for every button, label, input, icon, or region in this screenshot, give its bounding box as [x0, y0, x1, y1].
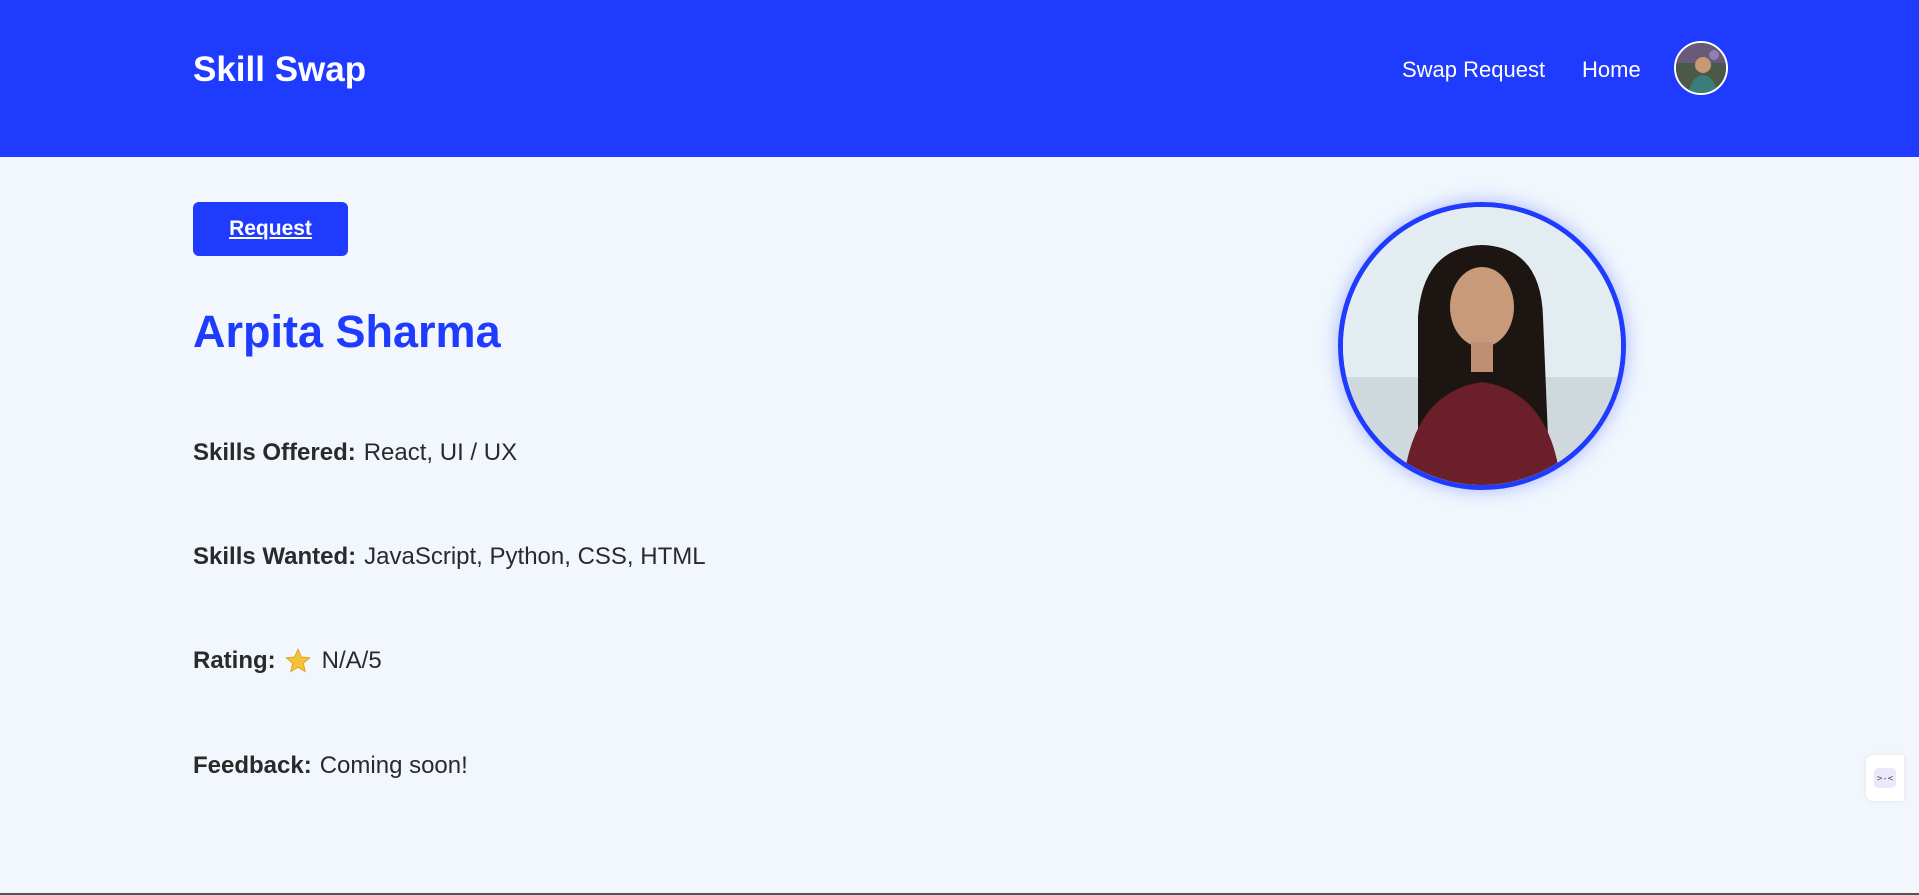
skills-wanted-value: JavaScript, Python, CSS, HTML — [364, 543, 706, 570]
user-avatar[interactable] — [1674, 41, 1728, 95]
avatar-image — [1676, 43, 1726, 93]
profile-name: Arpita Sharma — [193, 306, 501, 357]
rating-row: Rating: N/A/5 — [193, 645, 382, 677]
feedback-label: Feedback: — [193, 752, 312, 779]
rating-value: N/A/5 — [321, 647, 382, 674]
star-icon — [284, 647, 312, 675]
rating-label: Rating: — [193, 647, 276, 674]
feedback-row: Feedback: Coming soon! — [193, 750, 468, 782]
chat-face-icon[interactable]: >-< — [1866, 755, 1904, 801]
top-navbar: Skill Swap Swap Request Home — [0, 0, 1919, 157]
profile-photo — [1338, 202, 1626, 490]
skills-offered-row: Skills Offered: React, UI / UX — [193, 437, 517, 469]
profile-content: Request Arpita Sharma Skills Offered: Re… — [0, 157, 1919, 893]
skills-wanted-row: Skills Wanted: JavaScript, Python, CSS, … — [193, 541, 706, 573]
skills-offered-value: React, UI / UX — [363, 439, 518, 466]
brand-logo-text[interactable]: Skill Swap — [193, 49, 366, 91]
skills-wanted-label: Skills Wanted: — [193, 543, 357, 570]
nav-home-link[interactable]: Home — [1582, 55, 1641, 85]
profile-photo-image — [1343, 207, 1621, 485]
request-button[interactable]: Request — [193, 202, 348, 256]
svg-text:>-<: >-< — [1877, 774, 1894, 784]
feedback-value: Coming soon! — [319, 752, 468, 779]
nav-swap-request-link[interactable]: Swap Request — [1402, 55, 1545, 85]
skills-offered-label: Skills Offered: — [193, 439, 356, 466]
